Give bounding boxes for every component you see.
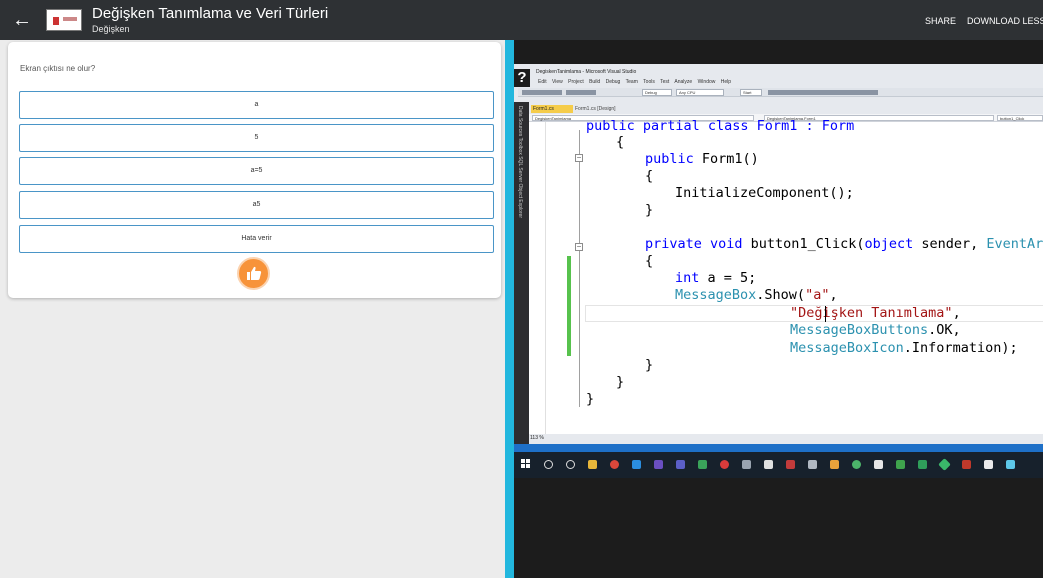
- code-line: public Form1(): [645, 151, 759, 167]
- code-line: }: [645, 357, 654, 373]
- top-bar: ← Değişken Tanımlama ve Veri Türleri Değ…: [0, 0, 1043, 40]
- quiz-option[interactable]: a: [19, 91, 494, 119]
- thumbs-up-icon: [247, 266, 262, 280]
- code-line: "Değişken Tanımlama",: [790, 305, 961, 321]
- app-icon: [938, 458, 951, 471]
- share-button[interactable]: SHARE: [925, 16, 956, 26]
- chrome-icon: [610, 460, 619, 469]
- config-dropdown: Debug: [642, 89, 672, 96]
- change-indicator: [567, 256, 571, 356]
- code-line: InitializeComponent();: [675, 185, 854, 201]
- code-line: {: [616, 134, 625, 150]
- edge-icon: [632, 460, 641, 469]
- like-button[interactable]: [237, 257, 270, 290]
- quiz-option[interactable]: Hata verir: [19, 225, 494, 253]
- arrow-left-icon[interactable]: ←: [12, 9, 32, 31]
- app-icon: [720, 460, 729, 469]
- vs-window-title: DegiskenTanimlama - Microsoft Visual Stu…: [536, 69, 637, 75]
- help-icon[interactable]: ?: [514, 69, 530, 87]
- start-button: Start: [740, 89, 762, 96]
- nav-member: button1_Click: [997, 115, 1043, 121]
- vs-zoom-bar: 113 %: [529, 434, 1043, 443]
- app-icon: [1006, 460, 1015, 469]
- vs-menu-bar: Edit View Project Build Debug Team Tools…: [538, 79, 732, 85]
- maps-icon: [764, 460, 773, 469]
- text-caret: [825, 306, 826, 322]
- visual-studio-icon: [654, 460, 663, 469]
- vs-tab-strip: Form1.cs Form1.cs [Design]: [529, 104, 1043, 113]
- code-line: MessageBox.Show("a",: [675, 287, 838, 303]
- code-line: }: [586, 391, 595, 407]
- app-icon: [698, 460, 707, 469]
- vs-status-bar: [514, 444, 1043, 452]
- quiz-question: Ekran çıktısı ne olur?: [20, 64, 96, 73]
- app-icon: [918, 460, 927, 469]
- editor-gutter: [529, 122, 546, 434]
- panel-divider[interactable]: [505, 40, 514, 578]
- fold-toggle: −: [575, 242, 583, 251]
- tab-form1-design: Form1.cs [Design]: [575, 106, 616, 112]
- lesson-title: Değişken Tanımlama ve Veri Türleri: [92, 5, 329, 22]
- lesson-subtitle: Değişken: [92, 24, 130, 34]
- fold-toggle: −: [575, 153, 583, 162]
- app-icon: [808, 460, 817, 469]
- cortana-icon: [566, 460, 575, 469]
- quiz-option[interactable]: a=5: [19, 157, 494, 185]
- code-line: int a = 5;: [675, 270, 757, 286]
- code-line: public partial class Form1 : Form: [586, 118, 855, 134]
- side-panel-labels: Data Sources Toolbox SQL Server Object E…: [517, 106, 523, 218]
- app-icon: [852, 460, 861, 469]
- vs-side-panel: Data Sources Toolbox SQL Server Object E…: [514, 102, 529, 444]
- search-icon: [544, 460, 553, 469]
- quiz-card: Ekran çıktısı ne olur? a 5 a=5 a5 Hata v…: [8, 42, 501, 298]
- file-explorer-icon: [588, 460, 597, 469]
- tab-form1-cs: Form1.cs: [531, 105, 573, 113]
- fold-guide: [579, 130, 580, 407]
- windows-start-icon: [521, 459, 531, 469]
- zoom-level: 113 %: [530, 435, 544, 441]
- app-icon: [786, 460, 795, 469]
- code-line: {: [645, 253, 654, 269]
- code-line: {: [645, 168, 654, 184]
- code-line: }: [616, 374, 625, 390]
- quiz-option[interactable]: 5: [19, 124, 494, 152]
- app-icon: [830, 460, 839, 469]
- windows-taskbar: [514, 452, 1043, 478]
- vs-toolbar: Debug Any CPU Start: [518, 88, 1043, 97]
- code-line: MessageBoxButtons.OK,: [790, 322, 961, 338]
- lesson-thumbnail: [46, 9, 82, 31]
- platform-dropdown: Any CPU: [676, 89, 724, 96]
- code-line: }: [645, 202, 654, 218]
- download-lesson-button[interactable]: DOWNLOAD LESSON: [967, 16, 1043, 26]
- vs-instance-icon: [676, 460, 685, 469]
- app-icon: [984, 460, 993, 469]
- app-icon: [874, 460, 883, 469]
- quiz-option[interactable]: a5: [19, 191, 494, 219]
- app-icon: [962, 460, 971, 469]
- code-line: private void button1_Click(object sender…: [645, 236, 1043, 252]
- app-icon: [742, 460, 751, 469]
- code-line: MessageBoxIcon.Information);: [790, 340, 1018, 356]
- app-icon: [896, 460, 905, 469]
